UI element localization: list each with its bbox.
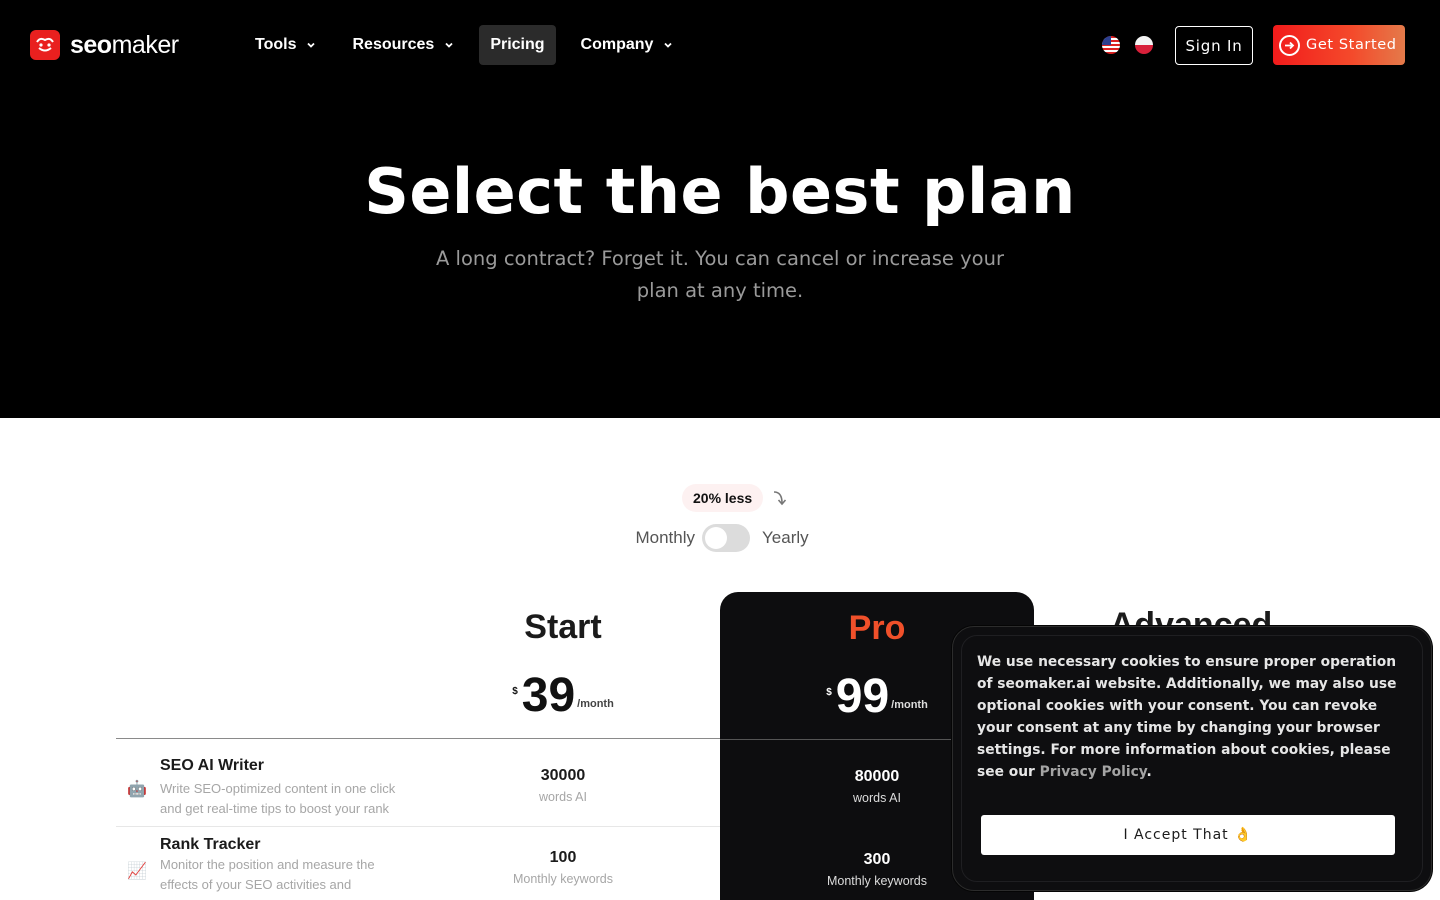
feature-title: Rank Tracker — [160, 836, 261, 853]
cell-value: 100 — [549, 849, 577, 866]
cell-value: 30000 — [540, 767, 586, 784]
get-started-label: Get Started — [1306, 37, 1397, 53]
start-feature-cell: 100 Monthly keywords — [406, 849, 720, 886]
chevron-down-icon — [307, 42, 316, 48]
plan-start-name: Start — [524, 608, 602, 646]
start-feature-cell: 30000 words AI — [406, 767, 720, 804]
billing-toggle-row: Monthly Yearly — [0, 522, 1440, 554]
page-subtitle: A long contract? Forget it. You can canc… — [436, 247, 1004, 302]
feature-title: SEO AI Writer — [160, 757, 265, 774]
table-divider — [116, 738, 720, 739]
logo-mark-icon — [30, 30, 60, 60]
chevron-down-icon — [664, 42, 673, 48]
cookie-message: We use necessary cookies to ensure prope… — [977, 654, 1397, 780]
page-title: Select the best plan — [364, 155, 1076, 228]
nav-company[interactable]: Company — [570, 25, 685, 65]
chart-up-icon: 📈 — [127, 861, 147, 880]
accept-cookies-button[interactable]: I Accept That 👌 — [981, 815, 1395, 855]
curved-arrow-icon — [773, 491, 787, 506]
nav-tools[interactable]: Tools — [244, 25, 327, 65]
currency-symbol: $ — [826, 687, 832, 698]
nav-resources-label: Resources — [352, 36, 435, 53]
pl-flag-icon[interactable] — [1135, 36, 1153, 54]
price-amount: 99 — [835, 670, 890, 723]
price-amount: 39 — [521, 669, 576, 722]
cell-unit: words AI — [539, 790, 587, 804]
currency-symbol: $ — [512, 686, 518, 697]
yearly-label[interactable]: Yearly — [762, 528, 809, 548]
nav-tools-label: Tools — [255, 36, 297, 53]
top-navigation: seomaker Tools Resources Pricing Company… — [0, 0, 1440, 90]
feature-description: Monitor the position and measure the eff… — [160, 857, 375, 892]
us-flag-icon[interactable] — [1102, 36, 1120, 54]
privacy-policy-link[interactable]: Privacy Policy — [1040, 764, 1147, 780]
robot-icon: 🤖 — [127, 779, 147, 798]
cell-unit: Monthly keywords — [512, 872, 614, 886]
feature-description: Write SEO-optimized content in one click… — [160, 781, 396, 816]
get-started-button[interactable]: Get Started — [1273, 25, 1405, 65]
monthly-label[interactable]: Monthly — [635, 528, 695, 548]
nav-pricing[interactable]: Pricing — [479, 25, 556, 65]
cookie-message-end: . — [1146, 764, 1152, 780]
chevron-down-icon — [445, 42, 453, 48]
cookie-text: We use necessary cookies to ensure prope… — [977, 651, 1407, 783]
cookie-banner: We use necessary cookies to ensure prope… — [952, 626, 1432, 891]
sign-in-button[interactable]: Sign In — [1175, 26, 1253, 65]
billing-period-toggle[interactable] — [702, 524, 750, 552]
hero-section: seomaker Tools Resources Pricing Company… — [0, 0, 1440, 418]
price-period: /month — [577, 698, 614, 710]
discount-badge: 20% less — [682, 484, 764, 512]
logo[interactable]: seomaker — [30, 29, 179, 61]
plan-start-price: $ 39 /month — [406, 672, 720, 720]
row-divider — [116, 826, 720, 827]
logo-text: seomaker — [70, 30, 179, 59]
arrow-right-circle-icon — [1279, 34, 1300, 56]
nav-pricing-label: Pricing — [490, 36, 545, 53]
price-period: /month — [891, 699, 928, 711]
nav-resources[interactable]: Resources — [341, 25, 465, 65]
toggle-knob — [705, 527, 727, 549]
nav-company-label: Company — [580, 36, 654, 53]
main-menu: Tools Resources Pricing Company — [244, 25, 698, 65]
